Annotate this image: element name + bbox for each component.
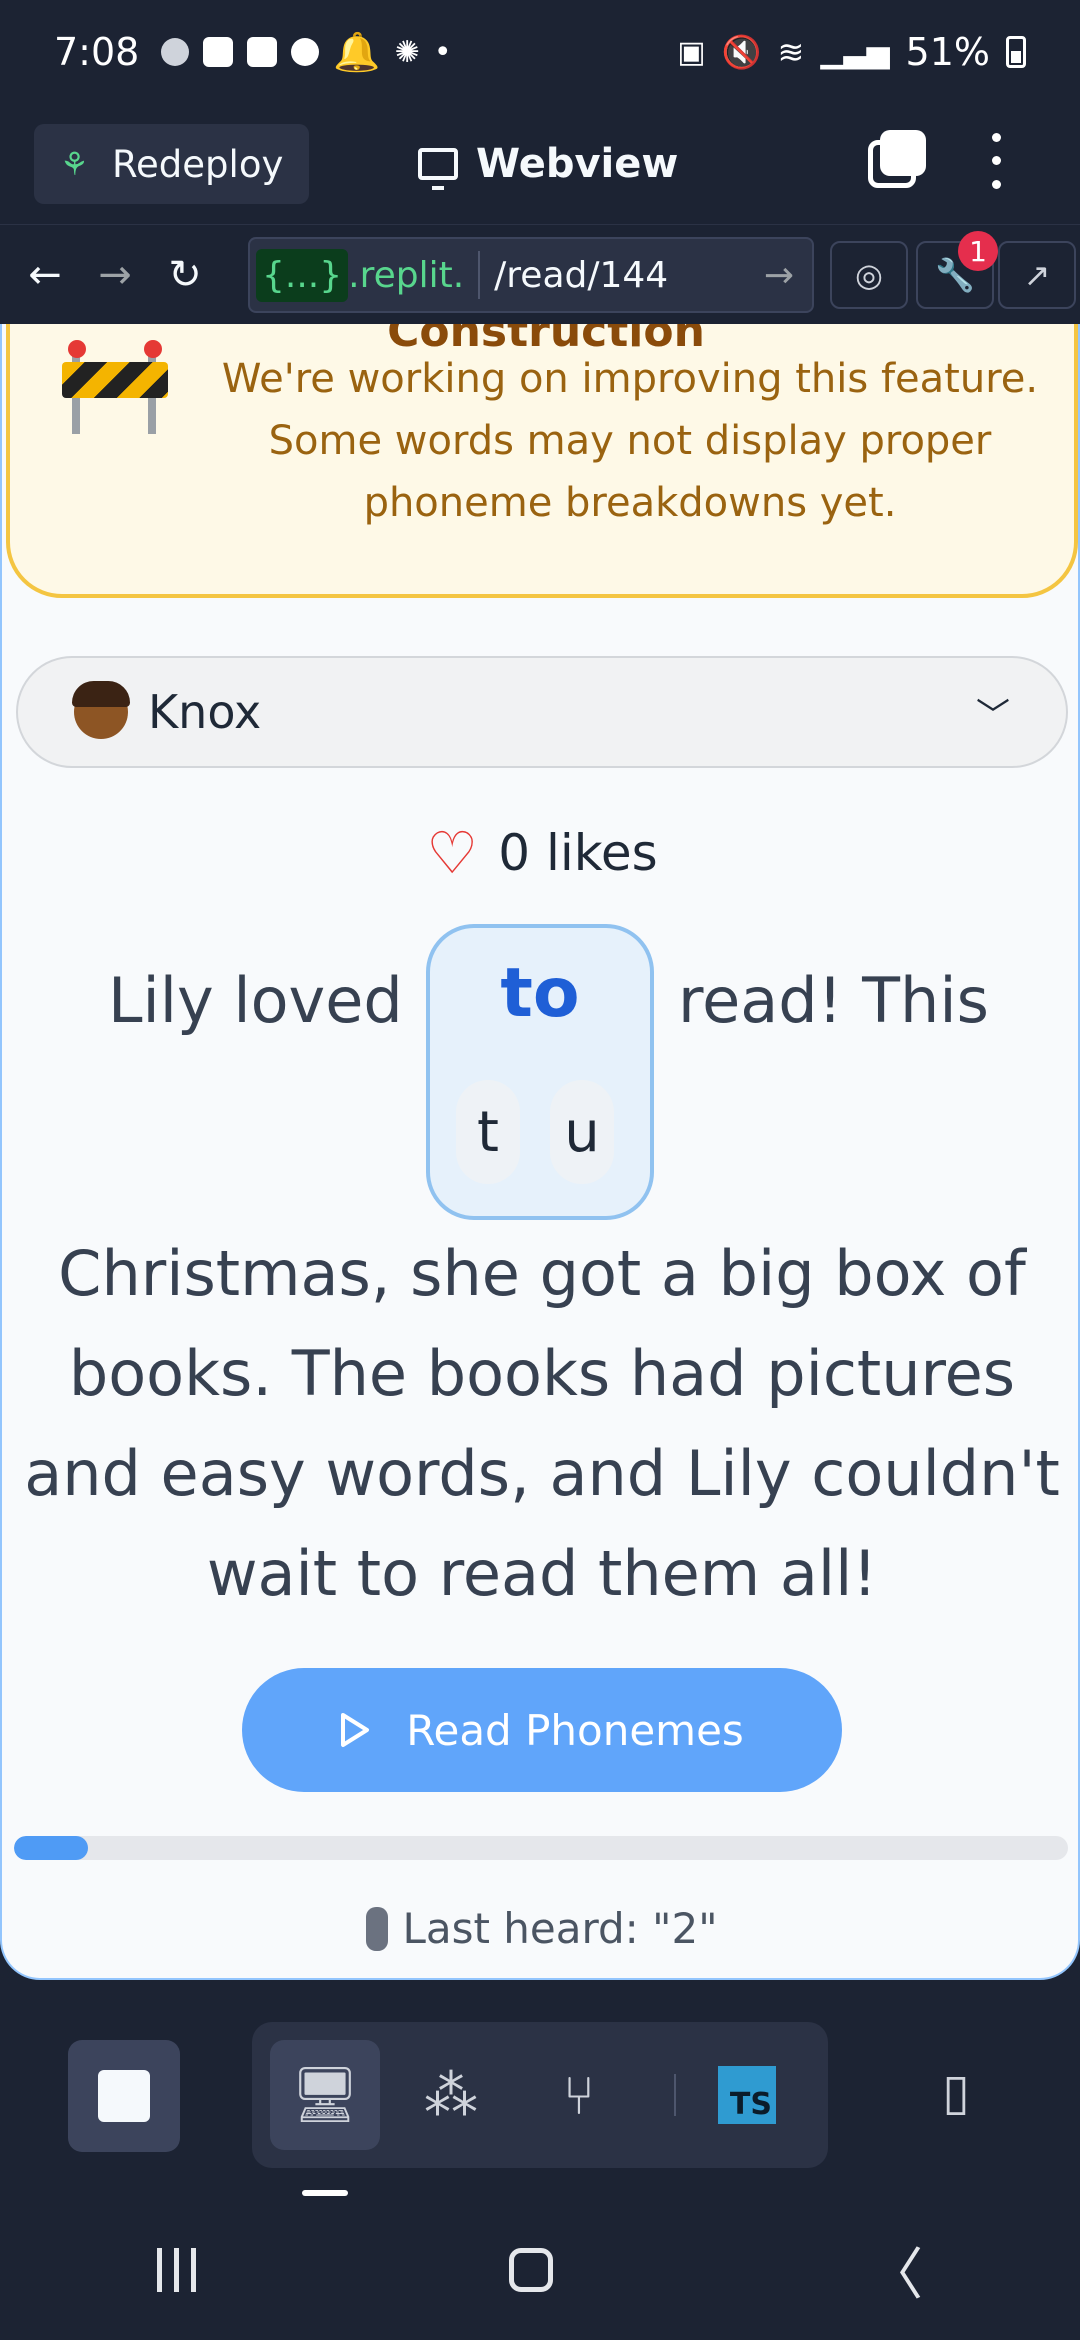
stop-button[interactable] [68,2040,180,2152]
heart-icon[interactable]: ♡ [426,824,478,882]
webview-title-text: Webview [476,141,679,187]
read-phonemes-label: Read Phonemes [406,1705,744,1755]
browser-toolbar: ← → ↻ {...} .replit. /read/144 → ◎ 🔧 1 ↗ [0,224,1080,324]
mute-icon: 🔇 [721,33,762,71]
webview-tool-monitor-icon[interactable]: 🖥 [270,2040,380,2150]
url-host: {...} [256,248,349,302]
play-icon [340,1712,370,1748]
redeploy-label: Redeploy [112,142,284,186]
signal-icon: ▁▃▅ [820,34,890,70]
apps-grid-icon[interactable]: ⁂ [396,2040,506,2150]
url-divider [478,251,481,299]
avatar-icon [72,681,130,739]
notification-icons: 🔔 ✺ • [161,29,452,75]
go-arrow-icon[interactable]: → [764,255,794,296]
screen: 7:08 🔔 ✺ • ▣ 🔇 ≋ ▁▃▅ 51% ⚘ Redeploy Webv… [0,0,1080,2340]
redeploy-button[interactable]: ⚘ Redeploy [34,124,310,204]
chevron-down-icon: ﹀ [976,695,1010,736]
phoneme-chip[interactable]: u [550,1080,614,1184]
url-path: /read/144 [494,254,669,296]
devtools-badge: 1 [958,231,998,271]
highlighted-word-card[interactable]: to t u [426,924,654,1220]
last-heard-row: Last heard: "2" [2,1904,1078,1953]
story-paragraph: Christmas, she got a big box of books. T… [24,1237,1060,1610]
youtube-icon [247,37,278,67]
story-text-before: Lily loved [108,964,403,1037]
devtools-wrench-icon[interactable]: 🔧 1 [916,231,998,309]
active-tab-indicator [302,2190,348,2196]
brain-icon: ✺ [394,34,420,70]
nfc-icon: ▣ [677,34,706,70]
battery-percent: 51% [905,30,990,74]
back-icon[interactable]: ← [10,235,80,315]
typescript-icon[interactable]: TS [692,2040,802,2150]
typescript-logo: TS [718,2066,776,2124]
story-text-after: read! This [678,964,989,1037]
workspace-toolbar: 🖥 ⁂ ⑂ TS ▯ [0,1980,1080,2200]
check-icon [291,38,320,66]
reader-select[interactable]: Knox ﹀ [16,656,1068,768]
tool-group: 🖥 ⁂ ⑂ TS [252,2022,828,2168]
git-branch-icon[interactable]: ⑂ [524,2040,634,2150]
likes-count: 0 likes [498,824,658,882]
banner-text: We're working on improving this feature.… [221,356,1039,526]
reader-select-value: Knox [148,685,262,739]
deploy-icon: ⚘ [60,145,89,183]
phoneme-chip[interactable]: t [456,1080,520,1184]
battery-icon [1006,36,1026,68]
system-icons: ▣ 🔇 ≋ ▁▃▅ 51% [677,30,1026,74]
back-nav-icon[interactable]: 〈 [867,2230,923,2311]
status-time: 7:08 [54,30,140,74]
likes-row: ♡ 0 likes [2,824,1078,882]
forward-icon[interactable]: → [80,235,150,315]
webview-content: Construction We're working on improving … [0,324,1080,1980]
bell-icon: 🔔 [333,29,381,74]
recents-icon[interactable] [156,2248,196,2292]
recording-icon [161,38,190,66]
palette-icon[interactable]: ◎ [830,241,908,309]
cup-icon [203,37,234,67]
status-bar: 7:08 🔔 ✺ • ▣ 🔇 ≋ ▁▃▅ 51% [0,0,1080,104]
last-heard-text: Last heard: "2" [402,1904,718,1953]
construction-barrier-icon [62,334,168,434]
url-host-suffix: .replit. [348,254,465,296]
reading-progress-fill [14,1836,88,1860]
android-nav-bar: 〈 [0,2200,1080,2340]
read-phonemes-button[interactable]: Read Phonemes [242,1668,842,1792]
highlighted-word: to [500,954,580,1033]
more-menu-icon[interactable] [984,126,1008,196]
microphone-icon [366,1906,389,1951]
tool-separator [674,2074,676,2116]
reading-progress-bar [14,1836,1068,1860]
url-field[interactable]: {...} .replit. /read/144 → [248,237,814,313]
stop-icon [98,2070,150,2122]
reload-icon[interactable]: ↻ [150,235,220,315]
webview-title: Webview [418,104,678,224]
sidebar-toggle-icon[interactable]: ▯ [920,2052,992,2132]
monitor-icon [418,148,458,190]
open-external-icon[interactable]: ↗ [998,241,1076,309]
home-icon[interactable] [509,2248,554,2292]
more-dot-icon: • [433,34,452,70]
construction-banner: Construction We're working on improving … [6,324,1078,598]
wifi-icon: ≋ [777,33,805,71]
tabs-icon[interactable] [868,130,928,188]
app-header: ⚘ Redeploy Webview [0,104,1080,224]
